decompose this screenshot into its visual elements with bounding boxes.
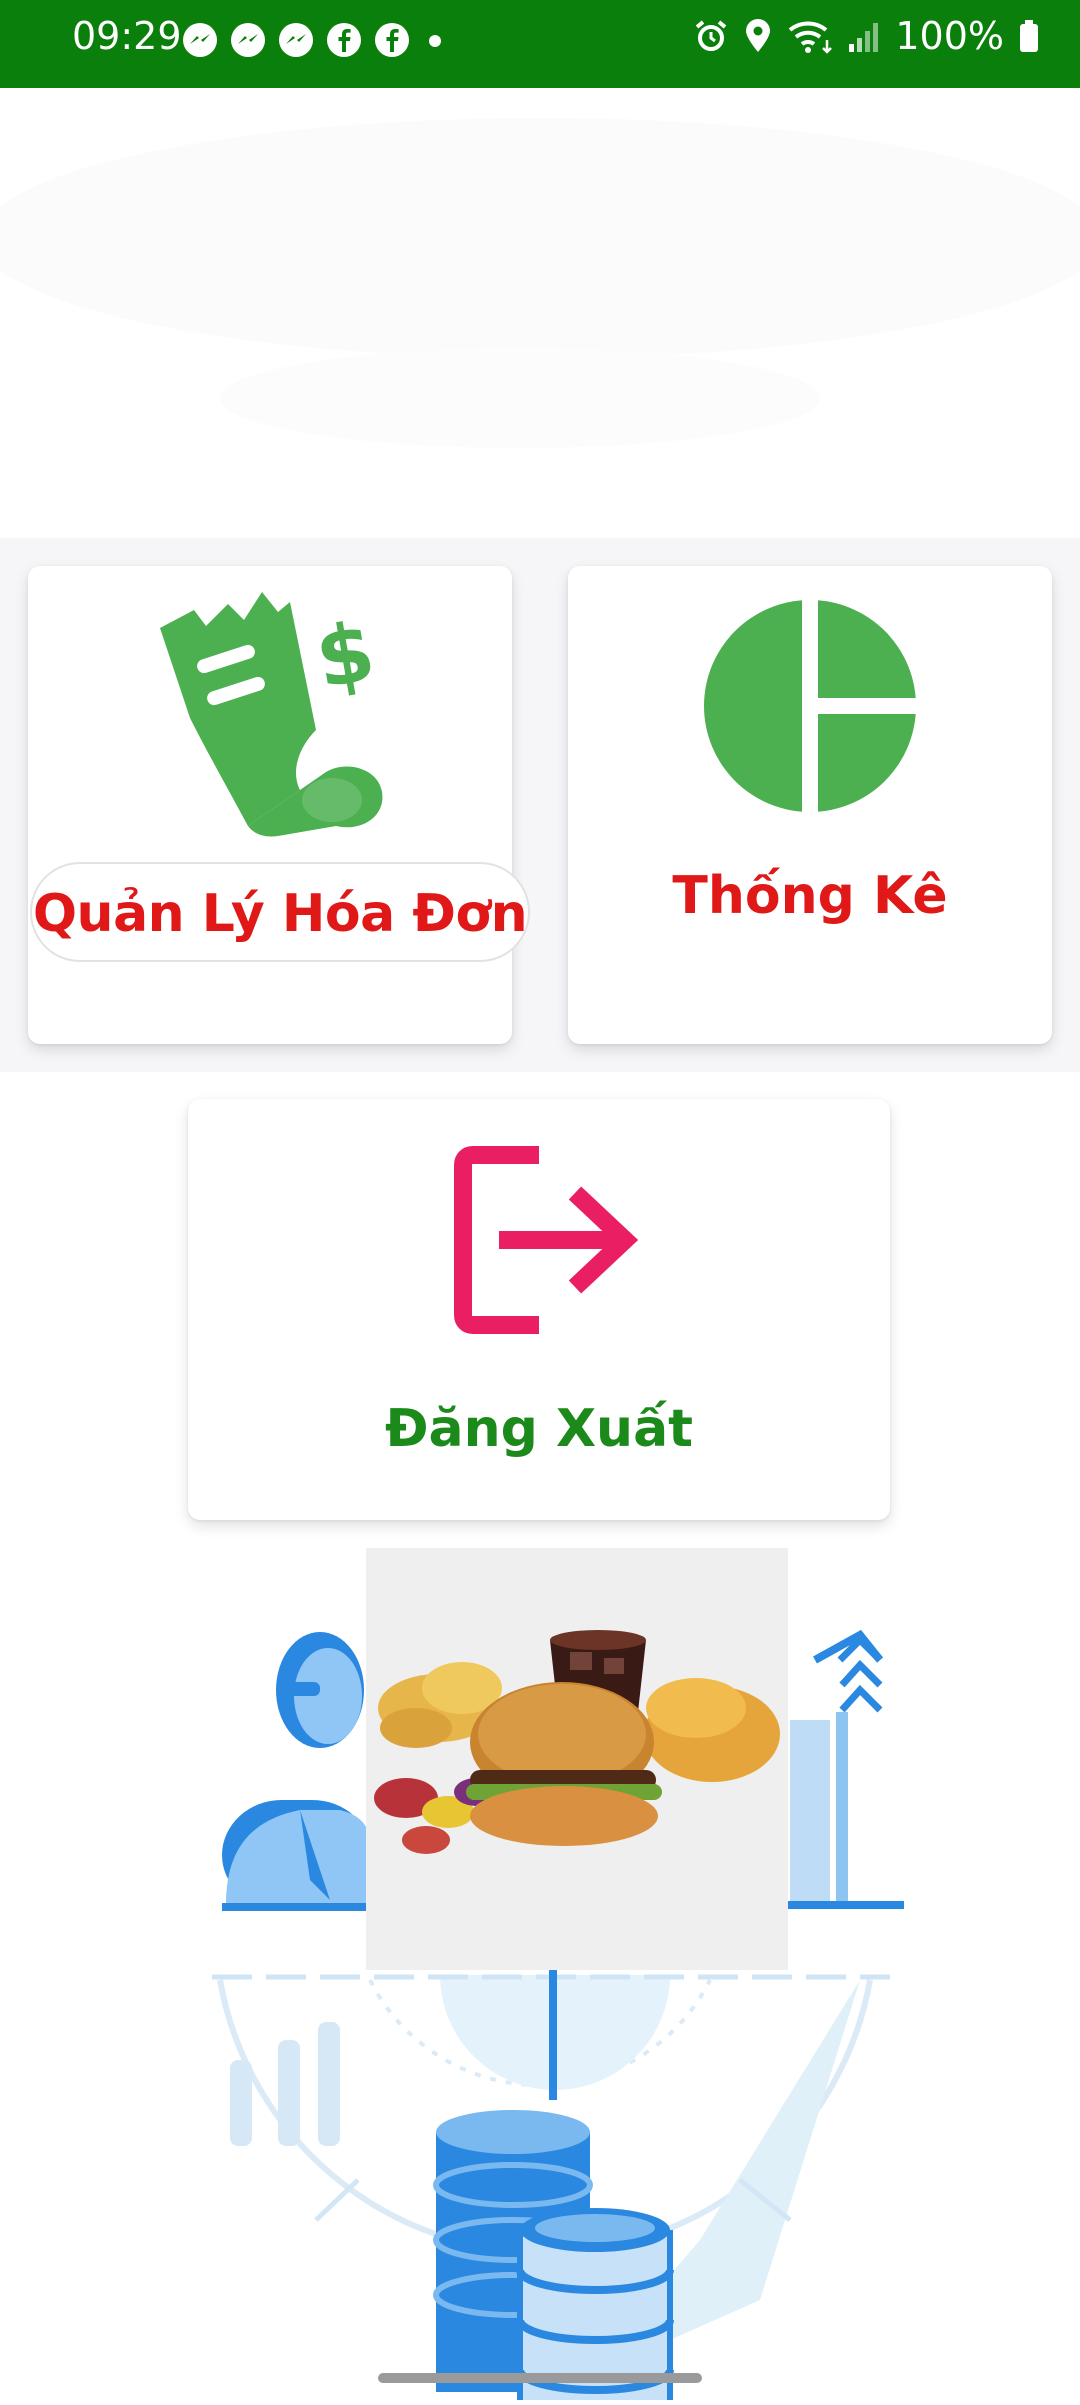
logout-card[interactable]: Đăng Xuất [188,1099,890,1520]
gesture-navigation-bar[interactable] [378,2373,702,2383]
dot-icon [429,35,441,47]
messenger-icon [183,23,217,57]
location-icon [746,19,771,52]
messenger-icon [279,23,313,57]
messenger-icon [231,23,265,57]
alarm-icon [696,20,727,51]
signal-icon [849,23,879,52]
food-image [366,1548,788,1970]
system-icons: 100% [693,14,1040,58]
status-time: 09:29 [72,14,182,58]
logout-icon [429,1141,649,1341]
pie-chart-icon [700,596,920,816]
wifi-icon [789,21,833,54]
battery-icon [1020,20,1038,52]
invoice-management-card[interactable]: $ Quản Lý Hóa Đơn [28,566,530,1044]
logout-label: Đăng Xuất [384,1399,694,1459]
facebook-icon [375,23,409,57]
invoice-icon: $ [140,580,400,840]
status-bar: 09:29 100% [0,0,1080,88]
statistics-label: Thống Kê [672,866,948,926]
facebook-icon [327,23,361,57]
invoice-management-label: Quản Lý Hóa Đơn [30,862,530,962]
banner-background [0,118,1080,448]
svg-text:$: $ [309,604,382,707]
header-banner [0,88,1080,538]
battery-percent: 100% [895,14,1004,58]
statistics-card[interactable]: Thống Kê [568,566,1052,1044]
notification-icons [180,20,450,60]
